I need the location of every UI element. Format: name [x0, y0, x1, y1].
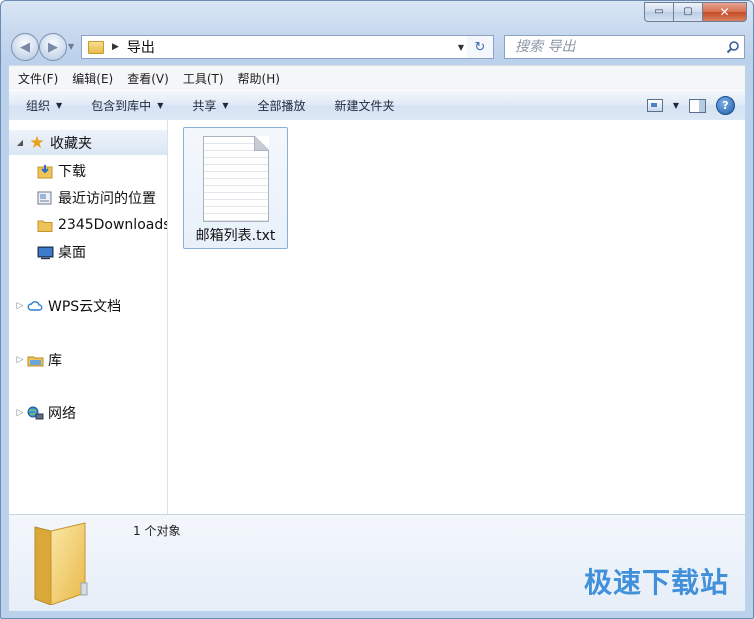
- expand-icon[interactable]: ◢: [13, 138, 27, 147]
- favorites-label: 收藏夹: [50, 135, 92, 152]
- menu-edit[interactable]: 编辑(E): [63, 70, 118, 87]
- view-options-dropdown[interactable]: ▼: [673, 101, 679, 110]
- sidebar-item-2345downloads[interactable]: 2345Downloads: [37, 213, 167, 237]
- file-name: 邮箱列表.txt: [195, 228, 276, 244]
- navigation-row: ◀ ▶ ▼ ▶ 导出 ▼ ↻: [11, 33, 745, 61]
- folder-icon: [37, 220, 53, 232]
- object-count: 1 个对象: [133, 524, 181, 538]
- recent-pages-dropdown[interactable]: ▼: [68, 42, 74, 51]
- minimize-button[interactable]: ▭: [644, 2, 673, 22]
- content-area: ◢ ★ 收藏夹 下载 最近访问的位置 2345Downloads 桌面 ▷ WP…: [9, 120, 745, 514]
- play-all-button[interactable]: 全部播放: [241, 97, 318, 114]
- address-bar[interactable]: ▶ 导出 ▼: [81, 35, 469, 59]
- share-button[interactable]: 共享 ▼: [175, 97, 240, 114]
- search-icon[interactable]: [726, 40, 740, 54]
- text-file-icon: [203, 136, 269, 222]
- forward-arrow-icon: ▶: [48, 39, 58, 55]
- new-folder-button[interactable]: 新建文件夹: [318, 97, 407, 114]
- menu-bar: 文件(F) 编辑(E) 查看(V) 工具(T) 帮助(H): [9, 65, 745, 90]
- breadcrumb-separator-icon[interactable]: ▶: [112, 42, 119, 52]
- include-in-library-button[interactable]: 包含到库中 ▼: [74, 97, 175, 114]
- collapsed-arrow-icon[interactable]: ▷: [13, 301, 27, 311]
- chevron-down-icon: ▼: [157, 101, 164, 110]
- chevron-down-icon: ▼: [222, 101, 229, 110]
- change-view-icon[interactable]: [646, 99, 663, 112]
- command-bar: 组织 ▼ 包含到库中 ▼ 共享 ▼ 全部播放 新建文件夹 ▼ ?: [9, 90, 745, 121]
- collapsed-arrow-icon[interactable]: ▷: [13, 408, 27, 418]
- back-arrow-icon: ◀: [20, 39, 30, 55]
- chevron-down-icon: ▼: [56, 101, 63, 110]
- sidebar-item-desktop[interactable]: 桌面: [37, 240, 86, 264]
- star-icon: ★: [29, 132, 45, 153]
- download-folder-icon: [37, 164, 53, 178]
- details-pane: 1 个对象 极速下载站: [9, 514, 745, 611]
- organize-button[interactable]: 组织 ▼: [9, 97, 74, 114]
- search-box[interactable]: [504, 35, 745, 59]
- refresh-icon: ↻: [474, 39, 486, 55]
- address-dropdown-icon[interactable]: ▼: [458, 43, 464, 52]
- network-icon: [27, 406, 44, 419]
- recent-places-icon: [37, 191, 52, 204]
- favorites-header[interactable]: ◢ ★ 收藏夹: [9, 130, 167, 155]
- collapsed-arrow-icon[interactable]: ▷: [13, 355, 27, 365]
- refresh-button[interactable]: ↻: [467, 35, 494, 59]
- menu-file[interactable]: 文件(F): [9, 70, 63, 87]
- file-item[interactable]: 邮箱列表.txt: [183, 127, 288, 249]
- back-button[interactable]: ◀: [11, 33, 39, 61]
- caption-buttons: ▭ ▢ ✕: [644, 2, 747, 22]
- library-icon: [27, 356, 44, 366]
- navigation-pane[interactable]: ◢ ★ 收藏夹 下载 最近访问的位置 2345Downloads 桌面 ▷ WP…: [9, 120, 168, 514]
- explorer-window: ▭ ▢ ✕ ◀ ▶ ▼ ▶ 导出 ▼ ↻ 文件(F) 编辑(E) 查看(V) 工…: [0, 0, 754, 619]
- folder-icon: [88, 40, 104, 54]
- menu-tools[interactable]: 工具(T): [174, 70, 229, 87]
- preview-pane-icon[interactable]: [689, 98, 706, 113]
- watermark: 极速下载站: [583, 566, 729, 599]
- menu-help[interactable]: 帮助(H): [229, 70, 285, 87]
- sidebar-item-downloads[interactable]: 下载: [37, 159, 86, 183]
- close-button[interactable]: ✕: [702, 2, 747, 22]
- sidebar-item-recent-places[interactable]: 最近访问的位置: [37, 186, 156, 210]
- file-list[interactable]: 邮箱列表.txt: [168, 120, 745, 514]
- search-input[interactable]: [513, 38, 707, 56]
- help-icon[interactable]: ?: [716, 96, 735, 115]
- large-folder-icon: [34, 522, 88, 605]
- forward-button[interactable]: ▶: [39, 33, 67, 61]
- maximize-button[interactable]: ▢: [673, 2, 702, 22]
- sidebar-item-wps-cloud[interactable]: ▷ WPS云文档: [9, 294, 122, 318]
- menu-view[interactable]: 查看(V): [118, 70, 174, 87]
- sidebar-item-network[interactable]: ▷ 网络: [9, 401, 76, 425]
- sidebar-item-library[interactable]: ▷ 库: [9, 348, 62, 372]
- cloud-icon: [27, 300, 43, 311]
- breadcrumb-item[interactable]: 导出: [127, 37, 155, 57]
- desktop-icon: [37, 246, 54, 259]
